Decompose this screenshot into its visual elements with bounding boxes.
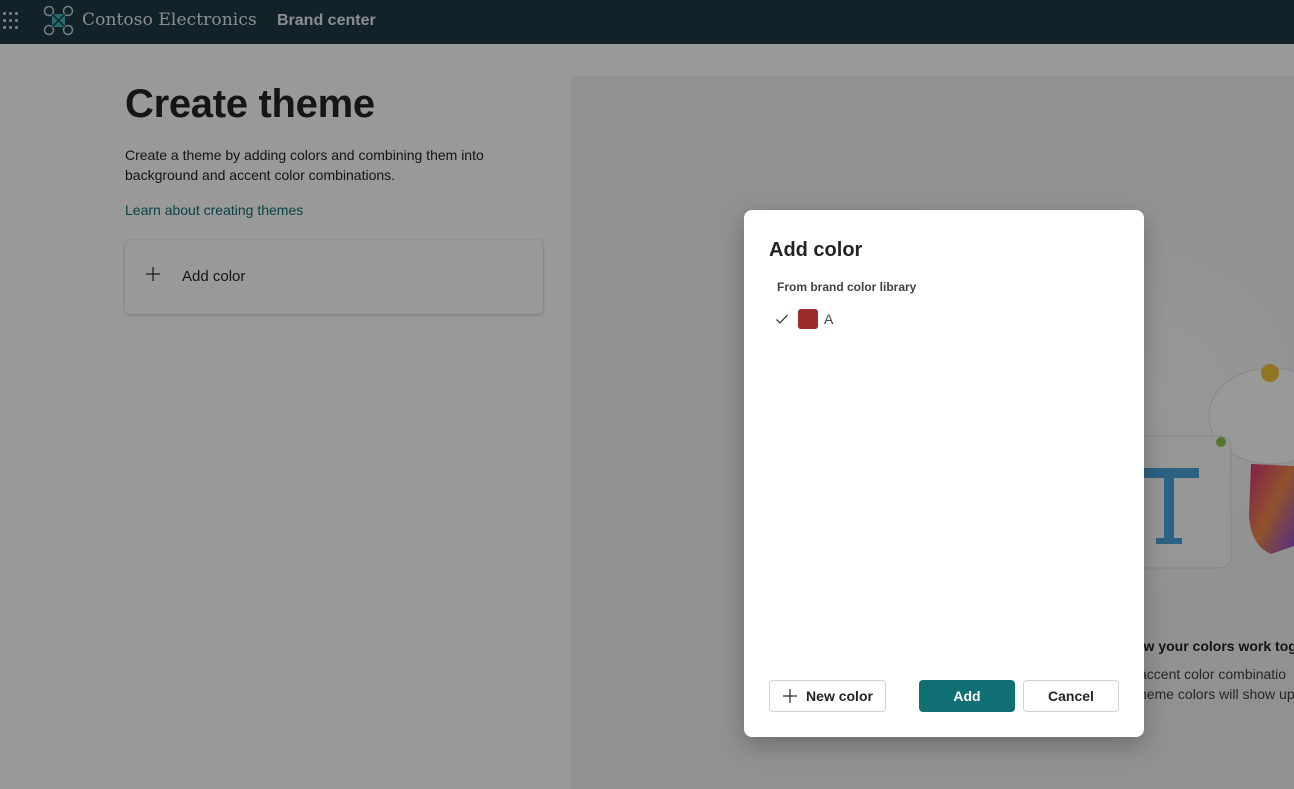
- dialog-title: Add color: [769, 239, 863, 261]
- plus-icon: [783, 689, 798, 703]
- new-color-button[interactable]: New color: [769, 680, 886, 712]
- color-swatch: [798, 309, 818, 329]
- cancel-button[interactable]: Cancel: [1023, 680, 1119, 712]
- add-button[interactable]: Add: [919, 680, 1015, 712]
- add-color-dialog: Add color From brand color library A New…: [744, 210, 1144, 737]
- new-color-label: New color: [806, 688, 873, 704]
- color-name: A: [824, 311, 834, 327]
- checkmark-icon: [776, 314, 788, 324]
- color-option-a[interactable]: A: [774, 308, 974, 330]
- brand-library-label: From brand color library: [777, 280, 917, 294]
